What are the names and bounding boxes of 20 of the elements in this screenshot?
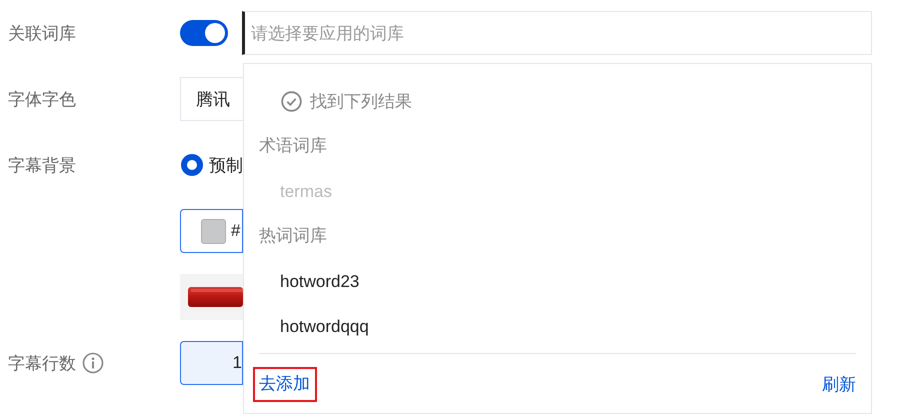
toggle-switch[interactable] — [180, 20, 228, 46]
group-title: 术语词库 — [259, 136, 327, 155]
info-icon[interactable] — [82, 352, 104, 374]
dictionary-option[interactable]: hotwordqqq — [280, 314, 369, 339]
add-link[interactable]: 去添加 — [255, 369, 315, 400]
color-swatch — [201, 218, 226, 244]
field-label: 关联词库 — [8, 22, 76, 44]
field-label: 字体字色 — [8, 88, 76, 110]
group-title: 热词词库 — [259, 226, 327, 245]
field-label: 字幕背景 — [8, 154, 76, 176]
refresh-link[interactable]: 刷新 — [822, 372, 856, 396]
check-circle-icon — [281, 90, 302, 112]
number-field[interactable]: 1 — [180, 341, 243, 385]
dictionary-option[interactable]: hotword23 — [280, 270, 360, 294]
radio-button[interactable] — [181, 154, 203, 176]
color-field[interactable]: # — [180, 209, 243, 253]
field-label: 字幕行数 — [8, 352, 76, 374]
result-status: 找到下列结果 — [310, 90, 412, 112]
radio-label[interactable]: 预制 — [209, 154, 243, 176]
color-value: # — [231, 221, 240, 241]
